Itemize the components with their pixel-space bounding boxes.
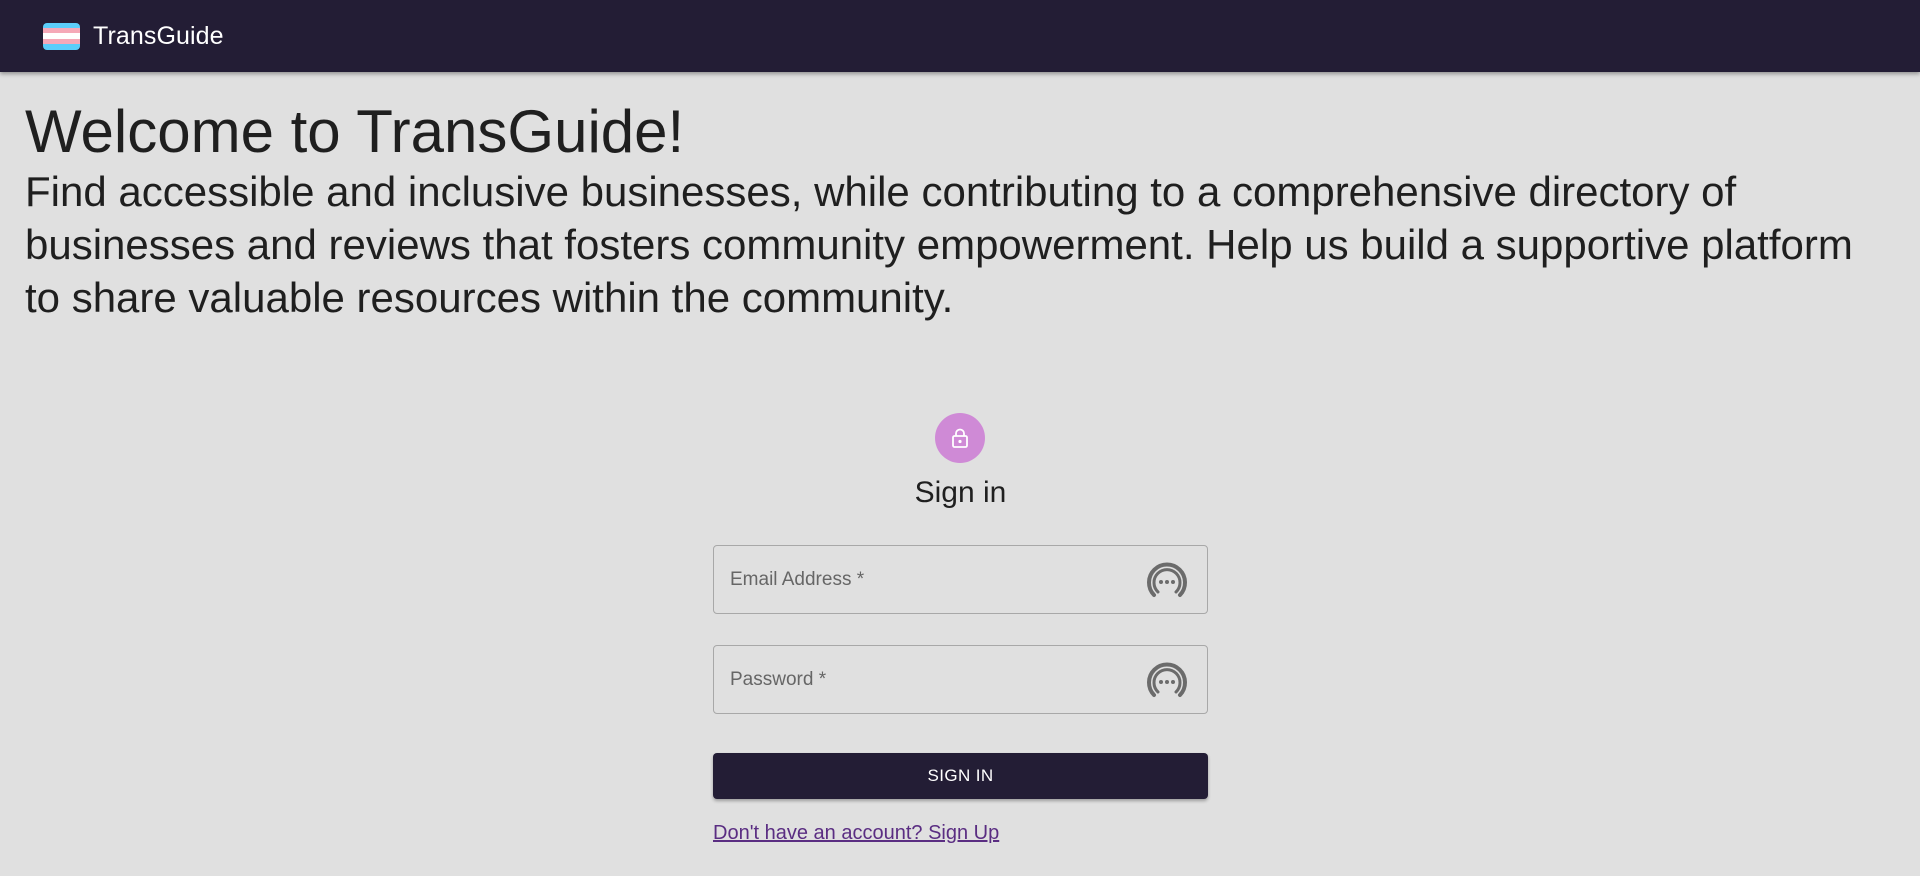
lock-icon — [952, 428, 968, 448]
lock-avatar — [935, 413, 985, 463]
signin-title: Sign in — [914, 476, 1007, 509]
password-manager-icon[interactable] — [1141, 555, 1193, 607]
page-title: Welcome to TransGuide! — [25, 98, 685, 165]
page-description: Find accessible and inclusive businesses… — [25, 168, 1853, 321]
email-field[interactable] — [713, 545, 1208, 614]
trans-flag-icon — [43, 22, 80, 50]
password-field[interactable] — [713, 645, 1208, 714]
password-input[interactable] — [714, 646, 1207, 713]
app-bar: TransGuide — [0, 0, 1920, 72]
password-manager-icon[interactable] — [1141, 655, 1193, 707]
brand-title[interactable]: TransGuide — [93, 22, 224, 51]
email-input[interactable] — [714, 546, 1207, 613]
sign-in-button[interactable]: SIGN IN — [713, 753, 1208, 799]
sign-up-link[interactable]: Don't have an account? Sign Up — [713, 822, 999, 845]
flag-stripe — [43, 44, 80, 50]
